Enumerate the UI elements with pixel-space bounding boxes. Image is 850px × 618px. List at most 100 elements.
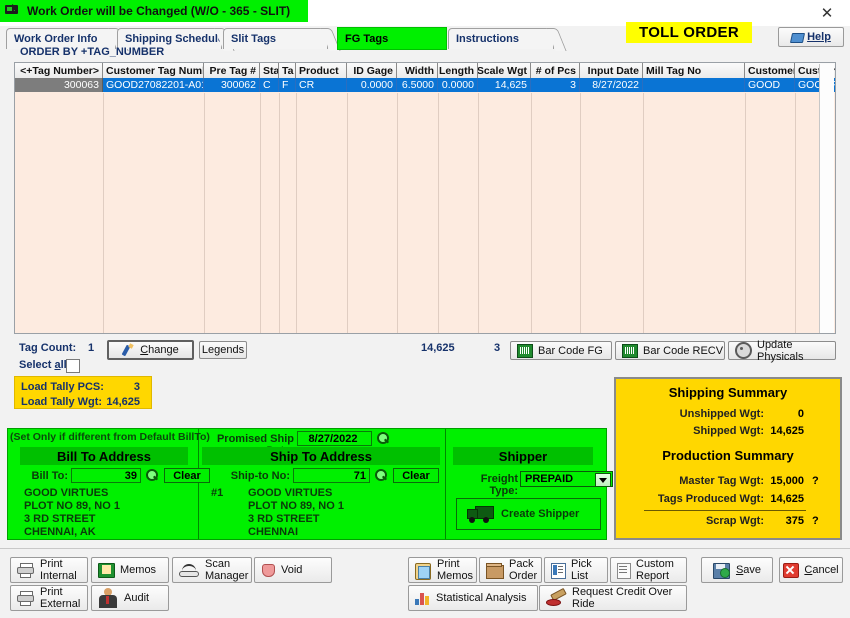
scrap-wgt-flag[interactable]: ? <box>812 515 819 527</box>
table-cell[interactable]: 300062 <box>204 78 260 92</box>
legends-button[interactable]: Legends <box>199 341 247 359</box>
master-tag-wgt-label: Master Tag Wgt: <box>679 475 764 487</box>
table-cell[interactable]: C <box>260 78 279 92</box>
pick-list-button[interactable]: Pick List <box>544 557 608 583</box>
tab-slit-tags[interactable]: Slit Tags <box>223 28 341 51</box>
custom-report-button[interactable]: Custom Report <box>610 557 687 583</box>
table-row[interactable]: 300063 GOOD27082201-A01 300062 C F CR 0.0000 6.… <box>15 78 835 92</box>
column-header[interactable]: Scale Wgt <box>478 63 531 78</box>
grid-rows[interactable]: 300063 GOOD27082201-A01 300062 C F CR 0.0000 6.… <box>15 78 835 92</box>
freight-type-select[interactable]: PREPAID <box>520 471 613 487</box>
tab-label: Slit Tags <box>231 33 277 45</box>
shipping-summary-title: Shipping Summary <box>668 385 788 400</box>
request-credit-override-button[interactable]: Request Credit Over Ride <box>539 585 687 611</box>
bill-to-label: Bill To: <box>31 470 68 482</box>
master-tag-wgt-flag[interactable]: ? <box>812 475 819 487</box>
table-cell[interactable]: GOOD27082201-A01 <box>103 78 204 92</box>
column-header[interactable]: Mill Tag No <box>643 63 745 78</box>
grid-column-separator <box>296 93 297 333</box>
address-line: PLOT NO 89, NO 1 <box>24 500 120 512</box>
table-cell[interactable]: 8/27/2022 <box>580 78 643 92</box>
column-header[interactable]: Length <box>438 63 478 78</box>
audit-button[interactable]: Audit <box>91 585 169 611</box>
column-header[interactable]: ID Gage <box>347 63 397 78</box>
scan-manager-button[interactable]: Scan Manager <box>172 557 252 583</box>
address-line: CHENNAI, AK <box>24 526 96 538</box>
change-button[interactable]: Change <box>107 340 194 360</box>
tag-count-value: 1 <box>88 342 95 354</box>
cancel-button[interactable]: Cancel <box>779 557 843 583</box>
change-label: Change <box>140 344 179 356</box>
table-cell[interactable]: 3 <box>531 78 580 92</box>
table-cell[interactable]: 0.0000 <box>347 78 397 92</box>
promised-ship-date-lookup-icon[interactable] <box>375 431 391 446</box>
request-credit-override-label: Request Credit Over Ride <box>572 586 673 610</box>
column-header[interactable]: # of Pcs <box>531 63 580 78</box>
table-cell[interactable]: 14,625 <box>478 78 531 92</box>
table-cell[interactable] <box>643 78 745 92</box>
unshipped-wgt-value: 0 <box>797 408 804 420</box>
print-memos-button[interactable]: Print Memos <box>408 557 477 583</box>
column-header[interactable]: Width <box>397 63 438 78</box>
column-header-label: Customer Tag Numb <box>106 64 204 77</box>
bill-to-address: GOOD VIRTUES PLOT NO 89, NO 1 3 RD STREE… <box>24 487 120 539</box>
thumbs-down-icon <box>261 563 275 577</box>
address-shipper-panel: (Set Only if different from Default Bill… <box>7 428 613 540</box>
column-header[interactable]: Customer Tag Numb <box>103 63 204 78</box>
ship-to-input[interactable]: 71 <box>293 468 370 483</box>
grid-column-separator <box>397 93 398 333</box>
close-icon[interactable]: ✕ <box>804 0 850 26</box>
column-header[interactable]: Ta <box>279 63 296 78</box>
table-cell[interactable]: 300063 <box>15 78 103 92</box>
load-tally-pcs-value: 3 <box>133 381 140 393</box>
help-button[interactable]: Help <box>778 27 844 47</box>
barcode-icon <box>622 343 638 358</box>
create-shipper-button[interactable]: Create Shipper <box>456 498 601 530</box>
update-physicals-button[interactable]: Update Physicals <box>728 339 836 363</box>
save-button[interactable]: Save <box>701 557 773 583</box>
table-cell[interactable]: GOOD <box>745 78 795 92</box>
print-external-button[interactable]: Print External <box>10 585 88 611</box>
bill-to-clear-button[interactable]: Clear <box>164 468 210 483</box>
column-header[interactable]: Sta <box>260 63 279 78</box>
tab-fg-tags[interactable]: FG Tags <box>337 27 447 50</box>
table-cell[interactable]: 0.0000 <box>438 78 478 92</box>
pack-order-label: Pack Order <box>509 558 538 582</box>
report-icon <box>617 562 631 579</box>
barcode-recv-button[interactable]: Bar Code RECV <box>615 341 725 360</box>
memos-button[interactable]: Memos <box>91 557 169 583</box>
bill-to-input[interactable]: 39 <box>71 468 141 483</box>
ship-to-clear-button[interactable]: Clear <box>393 468 439 483</box>
address-line: 3 RD STREET <box>248 513 320 525</box>
chevron-down-icon[interactable] <box>595 473 611 487</box>
bill-to-lookup-icon[interactable] <box>144 468 160 483</box>
fg-tags-grid[interactable]: <+Tag Number> Customer Tag Numb Pre Tag # S… <box>14 62 836 334</box>
box-icon <box>486 562 504 579</box>
address-line: CHENNAI <box>248 526 299 538</box>
grid-column-separator <box>580 93 581 333</box>
table-cell[interactable]: CR <box>296 78 347 92</box>
column-header[interactable]: Pre Tag # <box>204 63 260 78</box>
barcode-fg-button[interactable]: Bar Code FG <box>510 341 612 360</box>
select-all-checkbox[interactable] <box>66 359 80 373</box>
table-cell[interactable]: 6.5000 <box>397 78 438 92</box>
column-header[interactable]: <+Tag Number> <box>15 63 103 78</box>
column-header[interactable]: Customer <box>745 63 795 78</box>
table-cell[interactable]: F <box>279 78 296 92</box>
unshipped-wgt-label: Unshipped Wgt: <box>679 408 764 420</box>
address-line: GOOD VIRTUES <box>248 487 333 499</box>
column-header[interactable]: Input Date <box>580 63 643 78</box>
order-by-label: ORDER BY +TAG_NUMBER <box>20 46 165 58</box>
void-button[interactable]: Void <box>254 557 332 583</box>
statistical-analysis-button[interactable]: Statistical Analysis <box>408 585 538 611</box>
freight-type-label: Freight Type: <box>480 473 518 497</box>
column-header[interactable]: Product <box>296 63 347 78</box>
pack-order-button[interactable]: Pack Order <box>479 557 542 583</box>
promised-ship-date-input[interactable]: 8/27/2022 <box>297 431 372 446</box>
ship-to-lookup-icon[interactable] <box>373 468 389 483</box>
print-external-label: Print External <box>40 586 81 610</box>
tab-instructions[interactable]: Instructions <box>448 28 567 51</box>
tab-label: Shipping Schedule <box>125 33 225 45</box>
cancel-label: Cancel <box>804 564 839 576</box>
print-internal-button[interactable]: Print Internal <box>10 557 88 583</box>
